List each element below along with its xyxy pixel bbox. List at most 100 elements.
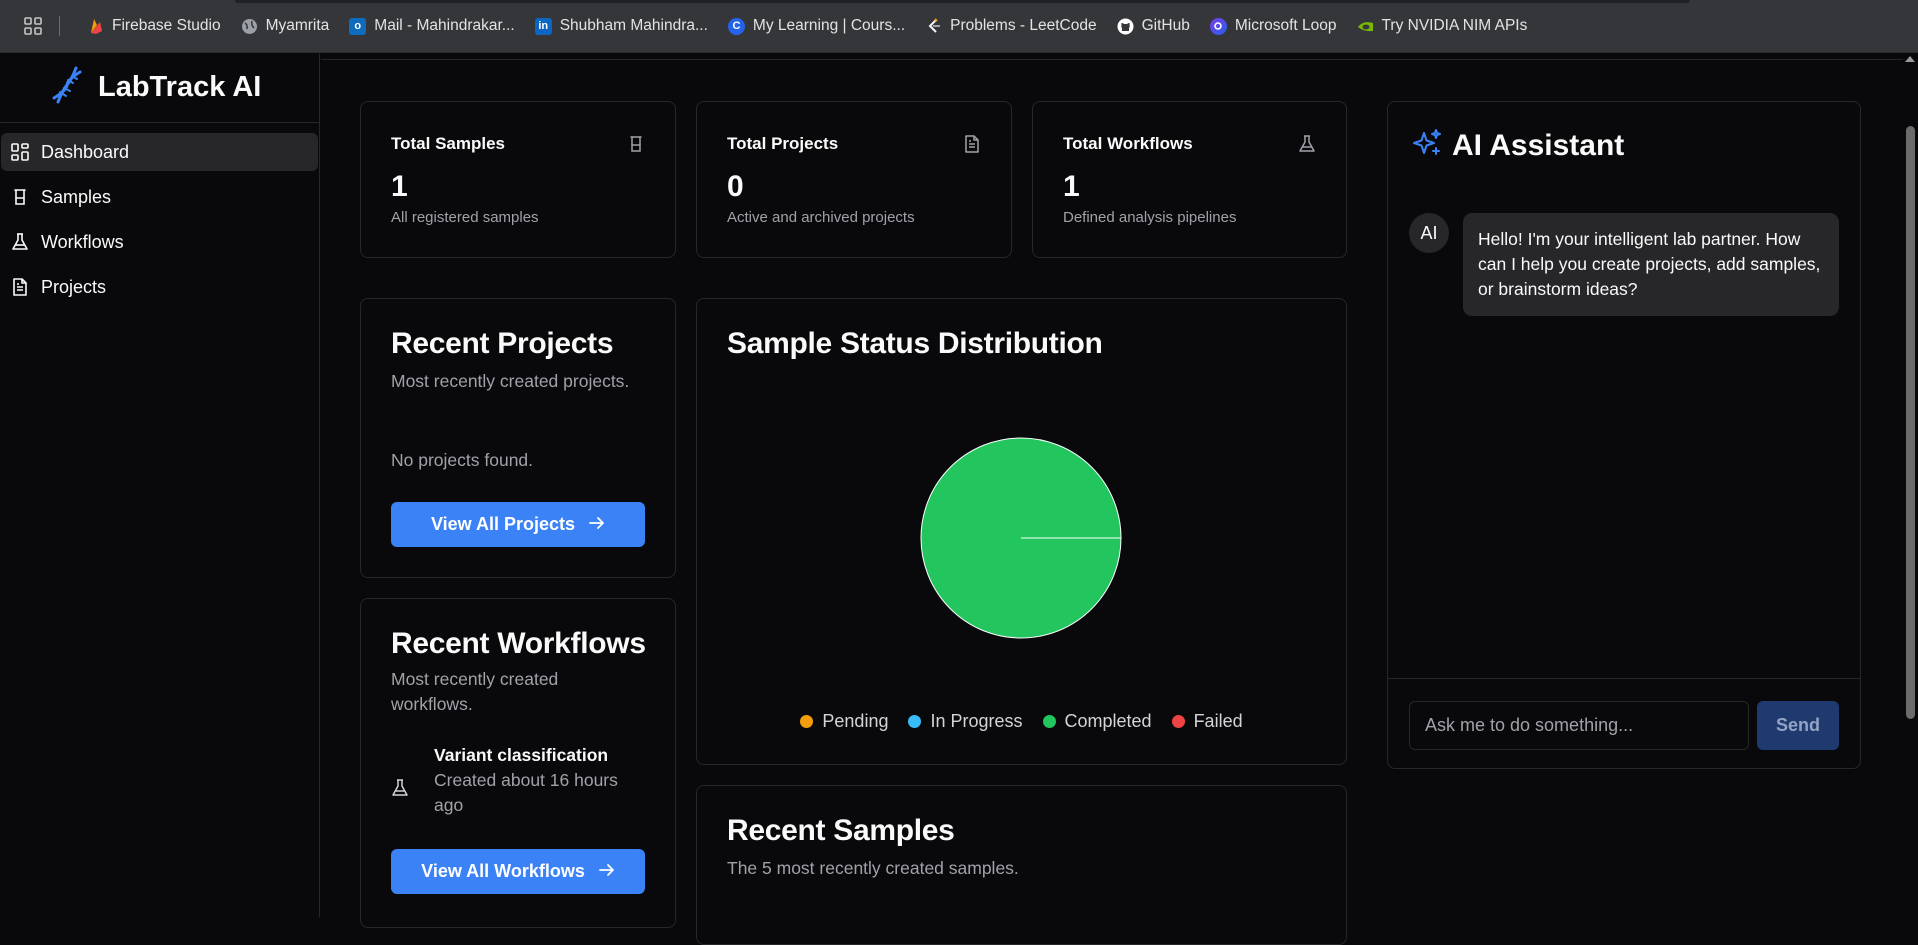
recent-projects-card: Recent Projects Most recently created pr…	[360, 298, 676, 578]
sidebar-item-label: Workflows	[41, 231, 124, 252]
stat-description: All registered samples	[391, 209, 539, 226]
sidebar-item-workflows[interactable]: Workflows	[1, 223, 318, 261]
dna-icon	[48, 66, 86, 109]
card-title: Recent Samples	[727, 814, 955, 847]
test-tube-icon	[11, 188, 29, 206]
recent-samples-card: Recent Samples The 5 most recently creat…	[696, 785, 1347, 945]
stat-description: Active and archived projects	[727, 209, 915, 226]
legend-dot-icon	[908, 715, 922, 728]
leetcode-icon	[925, 17, 942, 35]
app-logo[interactable]: LabTrack AI	[0, 53, 319, 123]
linkedin-icon: in	[534, 17, 552, 35]
view-all-projects-button[interactable]: View All Projects	[391, 502, 645, 547]
legend-label: Pending	[822, 711, 889, 731]
bookmark-nvidia[interactable]: Try NVIDIA NIM APIs	[1348, 10, 1537, 42]
button-label: View All Projects	[430, 514, 576, 534]
card-title: Recent Workflows	[391, 627, 646, 660]
bookmarks-bar: Firebase Studio Myamrita o Mail - Mahind…	[0, 0, 1918, 53]
bookmark-leetcode[interactable]: Problems - LeetCode	[916, 10, 1105, 42]
stat-value: 1	[391, 170, 408, 203]
sidebar-item-dashboard[interactable]: Dashboard	[1, 133, 318, 171]
bookmark-label: Shubham Mahindra...	[559, 17, 708, 34]
sidebar-item-label: Dashboard	[41, 141, 130, 162]
assistant-divider	[1388, 678, 1860, 679]
assistant-header: AI Assistant	[1412, 128, 1624, 163]
recent-workflows-card: Recent Workflows Most recently created w…	[360, 598, 676, 928]
legend-item-pending: Pending	[800, 711, 888, 732]
stat-value: 1	[1063, 170, 1080, 203]
view-all-workflows-button[interactable]: View All Workflows	[391, 849, 645, 894]
legend-item-failed: Failed	[1171, 711, 1243, 732]
flask-icon	[1298, 135, 1316, 153]
sidebar-item-projects[interactable]: Projects	[1, 268, 318, 306]
globe-icon	[241, 18, 258, 35]
assistant-input[interactable]	[1409, 701, 1749, 750]
bookmark-firebase-studio[interactable]: Firebase Studio	[78, 10, 230, 42]
app-name: LabTrack AI	[98, 71, 262, 103]
bookmarks-separator	[59, 16, 60, 36]
card-title: Recent Projects	[391, 327, 614, 360]
coursera-icon: C	[727, 17, 745, 35]
firebase-icon	[87, 18, 104, 35]
sparkles-icon	[1412, 128, 1442, 163]
sidebar-nav: Dashboard Samples Workflows Projects	[0, 123, 319, 306]
nvidia-icon	[1357, 18, 1374, 35]
test-tube-icon	[627, 135, 645, 153]
outlook-icon: o	[349, 17, 367, 35]
legend-dot-icon	[800, 715, 814, 728]
github-icon	[1117, 18, 1134, 35]
bookmark-linkedin[interactable]: in Shubham Mahindra...	[526, 10, 717, 42]
stat-card-projects: Total Projects 0 Active and archived pro…	[696, 101, 1012, 258]
workflow-list-item[interactable]: Variant classification Created about 16 …	[391, 745, 651, 825]
dashboard-icon	[11, 143, 29, 161]
bookmark-myamrita[interactable]: Myamrita	[232, 10, 339, 42]
flask-icon	[11, 233, 29, 251]
bookmark-label: My Learning | Cours...	[752, 17, 906, 34]
scroll-up-arrow-icon[interactable]	[1905, 56, 1915, 62]
bookmark-label: GitHub	[1141, 17, 1190, 34]
document-icon	[11, 278, 29, 296]
card-subtitle: Most recently created projects.	[391, 371, 630, 391]
workflow-name: Variant classification	[434, 745, 609, 765]
stat-card-samples: Total Samples 1 All registered samples	[360, 101, 676, 258]
assistant-title: AI Assistant	[1452, 128, 1625, 162]
pie-chart	[920, 437, 1122, 639]
assistant-message: Hello! I'm your intelligent lab partner.…	[1463, 213, 1839, 316]
status-chart-card: Sample Status Distribution Pending In Pro…	[696, 298, 1347, 765]
bookmark-label: Myamrita	[265, 17, 330, 34]
header-divider	[321, 59, 1918, 60]
scrollbar-thumb[interactable]	[1906, 126, 1915, 719]
legend-dot-icon	[1171, 715, 1185, 728]
stat-description: Defined analysis pipelines	[1063, 209, 1237, 226]
legend-item-completed: Completed	[1042, 711, 1152, 732]
document-icon	[963, 135, 981, 153]
workflow-created: Created about 16 hours ago	[434, 770, 618, 815]
stat-title: Total Samples	[391, 134, 505, 153]
legend-label: Failed	[1193, 711, 1243, 731]
legend-item-in-progress: In Progress	[908, 711, 1023, 732]
stat-card-workflows: Total Workflows 1 Defined analysis pipel…	[1032, 101, 1347, 258]
sidebar-item-samples[interactable]: Samples	[1, 178, 318, 216]
bookmark-label: Try NVIDIA NIM APIs	[1381, 17, 1528, 34]
bookmark-mail[interactable]: o Mail - Mahindrakar...	[340, 10, 523, 42]
bookmark-microsoft-loop[interactable]: Microsoft Loop	[1201, 10, 1346, 42]
send-button[interactable]: Send	[1757, 701, 1839, 750]
apps-grid-icon[interactable]	[21, 14, 45, 38]
card-subtitle: The 5 most recently created samples.	[727, 858, 1019, 878]
arrow-right-icon	[598, 861, 615, 882]
bookmark-github[interactable]: GitHub	[1108, 10, 1199, 42]
arrow-right-icon	[589, 514, 605, 535]
bookmark-label: Mail - Mahindrakar...	[374, 17, 515, 34]
loop-icon	[1209, 17, 1227, 35]
chart-legend: Pending In Progress Completed Failed	[697, 711, 1346, 732]
legend-dot-icon	[1042, 715, 1056, 728]
stat-title: Total Workflows	[1063, 134, 1193, 153]
legend-label: Completed	[1064, 711, 1152, 731]
sidebar-item-label: Samples	[41, 186, 112, 207]
bookmark-label: Problems - LeetCode	[950, 17, 1097, 34]
ai-assistant-panel: AI Assistant AI Hello! I'm your intellig…	[1387, 101, 1861, 769]
bookmark-coursera[interactable]: C My Learning | Cours...	[719, 10, 914, 42]
avatar: AI	[1409, 213, 1449, 253]
stat-title: Total Projects	[727, 134, 839, 153]
bookmark-label: Microsoft Loop	[1234, 17, 1337, 34]
